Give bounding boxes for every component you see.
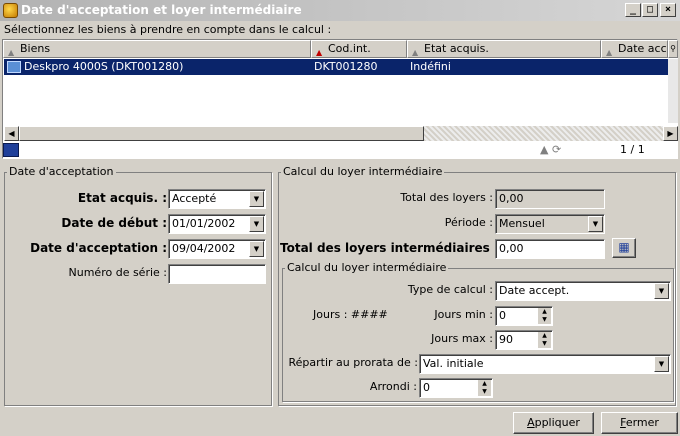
maximize-button[interactable]: □ — [642, 3, 658, 17]
arrondi-stepper[interactable]: 0 ▲ ▼ — [419, 378, 493, 398]
spinner-icon[interactable]: ▲ ▼ — [538, 308, 551, 324]
total-label: Total des loyers : — [400, 191, 493, 204]
jours-min-label: Jours min : — [434, 308, 493, 321]
minimize-button[interactable]: _ — [625, 3, 641, 17]
sub-calcul-group-label: Calcul du loyer intermédiaire — [285, 261, 449, 274]
jours-max-label: Jours max : — [431, 332, 493, 345]
computer-icon — [7, 61, 21, 73]
chevron-down-icon[interactable]: ▼ — [249, 191, 264, 207]
jours-label: Jours : #### — [313, 308, 388, 321]
type-calcul-select[interactable]: Date accept. ▼ — [495, 281, 671, 301]
total-inter-field[interactable]: 0,00 — [495, 239, 605, 259]
instructions-label: Sélectionnez les biens à prendre en comp… — [4, 23, 332, 36]
calculate-button[interactable]: ▦ — [612, 238, 636, 258]
vertical-scrollbar[interactable] — [668, 59, 678, 123]
column-header-date-acc[interactable]: ▲ Date acc — [601, 40, 668, 58]
apply-button[interactable]: Appliquer — [513, 412, 594, 434]
calculator-icon[interactable] — [3, 143, 19, 157]
close-button[interactable]: Fermer — [601, 412, 678, 434]
assets-list[interactable]: ▲ Biens ▲ Cod.int. ▲ Etat acquis. ▲ Date acc… — [2, 39, 678, 159]
column-header-etat[interactable]: ▲ Etat acquis. — [407, 40, 601, 58]
total-inter-label: Total des loyers intermédiaires : — [280, 241, 499, 255]
cell-cod-int: DKT001280 — [314, 60, 378, 73]
type-calcul-label: Type de calcul : — [407, 283, 493, 296]
periode-select[interactable]: Mensuel ▼ — [495, 214, 605, 234]
calcul-group-label: Calcul du loyer intermédiaire — [281, 165, 445, 178]
window-title: Date d'acceptation et loyer intermédiair… — [21, 3, 302, 17]
table-row[interactable]: Deskpro 4000S (DKT001280) DKT001280 Indé… — [4, 59, 668, 75]
column-header-biens[interactable]: ▲ Biens — [3, 40, 311, 58]
arrondi-label: Arrondi : — [369, 380, 417, 393]
pager-count: 1 / 1 — [620, 143, 645, 156]
cell-biens: Deskpro 4000S (DKT001280) — [24, 60, 184, 73]
column-chooser-icon[interactable]: ⚲ — [668, 40, 678, 58]
etat-select[interactable]: Accepté ▼ — [168, 189, 266, 209]
chevron-down-icon[interactable]: ▼ — [654, 283, 669, 299]
scroll-right-button[interactable]: ▶ — [663, 126, 678, 141]
app-icon — [3, 3, 18, 18]
horizontal-scrollbar[interactable]: ◀ ▶ — [4, 126, 678, 141]
date-acceptation-field[interactable]: 09/04/2002 ▼ — [168, 239, 266, 259]
column-header-cod-int[interactable]: ▲ Cod.int. — [311, 40, 407, 58]
spinner-icon[interactable]: ▲ ▼ — [538, 332, 551, 348]
chevron-down-icon[interactable]: ▼ — [654, 356, 669, 372]
date-debut-label: Date de début : — [61, 216, 167, 230]
prorata-label: Répartir au prorata de : — [288, 356, 418, 369]
serial-field[interactable] — [168, 264, 266, 284]
scroll-left-button[interactable]: ◀ — [4, 126, 19, 141]
acceptance-group-label: Date d'acceptation — [7, 165, 116, 178]
cell-etat: Indéfini — [410, 60, 451, 73]
serial-label: Numéro de série : — [68, 266, 167, 279]
scroll-thumb[interactable] — [19, 126, 424, 141]
date-acceptation-label: Date d'acceptation : — [30, 241, 167, 255]
jours-min-stepper[interactable]: 0 ▲ ▼ — [495, 306, 553, 326]
chevron-down-icon[interactable]: ▼ — [249, 241, 264, 257]
pager-arrows-icon[interactable]: ▲ ⟳ — [540, 143, 561, 156]
periode-label: Période : — [444, 216, 493, 229]
chevron-down-icon[interactable]: ▼ — [588, 216, 603, 232]
close-window-button[interactable]: × — [660, 3, 676, 17]
date-debut-field[interactable]: 01/01/2002 ▼ — [168, 214, 266, 234]
jours-max-stepper[interactable]: 90 ▲ ▼ — [495, 330, 553, 350]
chevron-down-icon[interactable]: ▼ — [249, 216, 264, 232]
etat-label: Etat acquis. : — [77, 191, 167, 205]
total-field: 0,00 — [495, 189, 605, 209]
prorata-select[interactable]: Val. initiale ▼ — [419, 354, 671, 374]
spinner-icon[interactable]: ▲ ▼ — [478, 380, 491, 396]
